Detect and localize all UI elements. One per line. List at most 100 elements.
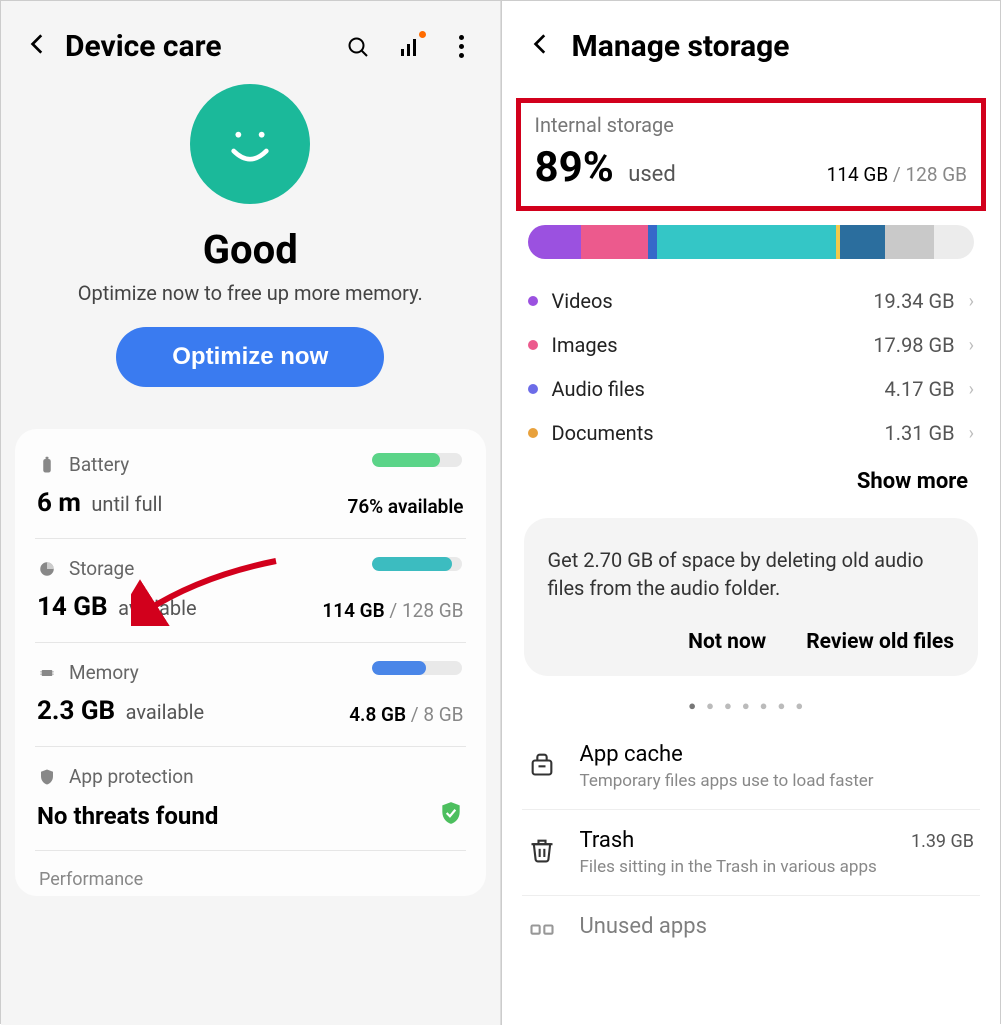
used-pct: 89% — [535, 143, 614, 192]
chevron-right-icon: › — [969, 379, 974, 400]
memory-total: 8 GB — [423, 703, 463, 726]
storage-segment — [528, 225, 582, 259]
status-text: Good — [31, 226, 470, 273]
battery-icon — [37, 455, 57, 475]
protection-value: No threats found — [37, 802, 218, 830]
protection-row[interactable]: App protection No threats found — [35, 747, 466, 851]
internal-storage-summary: Internal storage 89% used 114 GB / 128 G… — [516, 98, 987, 211]
not-now-button[interactable]: Not now — [688, 630, 766, 654]
manage-storage-screen: Manage storage Internal storage 89% used… — [501, 1, 1001, 1025]
battery-bar — [372, 453, 462, 467]
used-word: used — [628, 162, 676, 187]
category-label: Audio files — [552, 377, 885, 401]
memory-label: Memory — [69, 661, 139, 684]
category-row[interactable]: Images17.98 GB › — [528, 323, 975, 367]
notification-dot-icon — [419, 31, 426, 38]
storage-icon — [37, 559, 57, 579]
show-more-button[interactable]: Show more — [502, 455, 1001, 506]
category-dot-icon — [528, 428, 538, 438]
battery-value: 6 m — [37, 488, 81, 518]
performance-header: Performance — [35, 851, 466, 890]
category-label: Videos — [552, 289, 874, 313]
memory-row[interactable]: Memory 2.3 GB available 4.8 GB / 8 GB — [35, 643, 466, 747]
battery-row[interactable]: Battery 6 m until full 76% available — [35, 435, 466, 539]
category-size: 4.17 GB — [885, 377, 955, 401]
manage-list: App cache Temporary files apps use to lo… — [502, 718, 1001, 960]
header: Device care — [1, 1, 500, 78]
storage-used: 114 GB — [322, 599, 384, 622]
total-amount: 128 GB — [905, 163, 967, 186]
review-button[interactable]: Review old files — [806, 630, 954, 654]
page-title: Manage storage — [572, 29, 790, 64]
status-list: Battery 6 m until full 76% available Sto… — [15, 429, 486, 896]
back-button[interactable] — [25, 31, 51, 62]
battery-label: Battery — [69, 453, 129, 476]
back-button[interactable] — [528, 31, 554, 62]
row-title: Trash — [580, 828, 635, 853]
search-icon[interactable] — [346, 35, 370, 59]
category-size: 1.31 GB — [885, 421, 955, 445]
header: Manage storage — [502, 1, 1001, 82]
page-title: Device care — [65, 29, 332, 64]
protection-label: App protection — [69, 765, 194, 788]
chevron-right-icon: › — [969, 423, 974, 444]
category-dot-icon — [528, 296, 538, 306]
category-row[interactable]: Audio files4.17 GB › — [528, 367, 975, 411]
storage-total: 128 GB — [402, 599, 464, 622]
pager-dots: ●●●●●●● — [502, 688, 1001, 718]
category-dot-icon — [528, 340, 538, 350]
category-list: Videos19.34 GB›Images17.98 GB›Audio file… — [502, 279, 1001, 455]
storage-segment — [840, 225, 885, 259]
storage-label: Storage — [69, 557, 134, 580]
status-subtitle: Optimize now to free up more memory. — [31, 281, 470, 305]
shield-icon — [37, 767, 57, 787]
suggestion-text: Get 2.70 GB of space by deleting old aud… — [548, 546, 955, 602]
category-label: Images — [552, 333, 874, 357]
battery-suffix: until full — [91, 492, 162, 516]
storage-bar — [372, 557, 462, 571]
memory-icon — [37, 663, 57, 683]
used-amount: 114 GB — [827, 163, 889, 186]
chevron-right-icon: › — [969, 335, 974, 356]
category-size: 19.34 GB — [873, 289, 954, 313]
storage-segment — [648, 225, 657, 259]
cache-icon — [524, 746, 560, 782]
memory-suffix: available — [126, 700, 204, 724]
activity-icon[interactable] — [398, 35, 422, 59]
header-actions — [346, 35, 474, 59]
storage-value: 14 GB — [37, 592, 108, 622]
battery-available: 76% available — [347, 495, 463, 518]
app-cache-row[interactable]: App cache Temporary files apps use to lo… — [522, 724, 981, 810]
row-size: 1.39 GB — [911, 831, 974, 852]
unused-apps-row[interactable]: Unused apps — [522, 896, 981, 954]
storage-segment — [885, 225, 934, 259]
storage-segment — [934, 225, 974, 259]
category-label: Documents — [552, 421, 885, 445]
category-dot-icon — [528, 384, 538, 394]
device-status-hero: Good Optimize now to free up more memory… — [1, 84, 500, 407]
category-row[interactable]: Videos19.34 GB › — [528, 279, 975, 323]
device-care-screen: Device care Good Optimize now to free up… — [1, 1, 501, 1025]
storage-row[interactable]: Storage 14 GB available 114 GB / 128 GB — [35, 539, 466, 643]
storage-segment — [581, 225, 648, 259]
memory-bar — [372, 661, 462, 675]
category-size: 17.98 GB — [873, 333, 954, 357]
shield-check-icon — [438, 800, 464, 830]
status-smiley-icon — [190, 84, 310, 204]
memory-value: 2.3 GB — [37, 696, 115, 726]
trash-row[interactable]: Trash 1.39 GB Files sitting in the Trash… — [522, 810, 981, 896]
storage-segment — [657, 225, 836, 259]
chevron-right-icon: › — [969, 291, 974, 312]
storage-breakdown-bar — [528, 225, 975, 259]
suggestion-card: Get 2.70 GB of space by deleting old aud… — [524, 518, 979, 676]
category-row[interactable]: Documents1.31 GB › — [528, 411, 975, 455]
row-title: Unused apps — [580, 914, 707, 939]
optimize-button[interactable]: Optimize now — [116, 327, 384, 387]
apps-icon — [524, 918, 560, 954]
row-title: App cache — [580, 742, 683, 767]
internal-label: Internal storage — [535, 113, 968, 137]
row-subtitle: Temporary files apps use to load faster — [580, 771, 975, 791]
more-icon[interactable] — [450, 35, 474, 59]
row-subtitle: Files sitting in the Trash in various ap… — [580, 857, 975, 877]
storage-suffix: available — [118, 596, 196, 620]
